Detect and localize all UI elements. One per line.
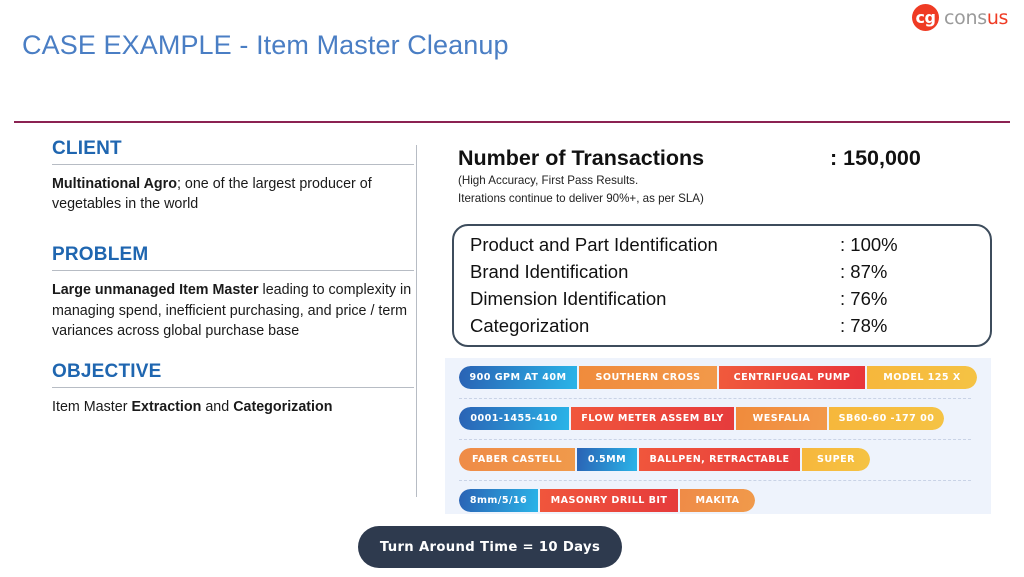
logo-word-red: us (986, 6, 1009, 29)
problem-heading: PROBLEM (52, 244, 149, 266)
client-body-bold: Multinational Agro (52, 175, 177, 192)
slide-canvas: cg consus CASE EXAMPLE - Item Master Cle… (0, 0, 1024, 577)
item-tags-panel: 900 GPM AT 40M SOUTHERN CROSS CENTRIFUGAL … (445, 358, 991, 514)
metric-value: : 78% (840, 315, 888, 336)
problem-section: PROBLEM Large unmanaged Item Master lead… (52, 244, 414, 341)
tag-row: 0001-1455-410 FLOW METER ASSEM BLY WESFALI… (459, 407, 944, 430)
metric-value: : 87% (840, 261, 888, 282)
column-divider (416, 145, 417, 497)
metric-name: Product and Part Identification (470, 234, 718, 255)
transactions-value: : 150,000 (830, 146, 921, 170)
transactions-note-line1: (High Accuracy, First Pass Results. (458, 174, 639, 187)
client-heading-rule (52, 163, 414, 165)
tag-row: FABER CASTELL 0.5MM BALLPEN, RETRACTABLE SU… (459, 448, 870, 471)
item-tag: SUPER (802, 448, 870, 471)
item-tag: MODEL 125 X (867, 366, 977, 389)
item-tag: MASONRY DRILL BIT (540, 489, 680, 512)
problem-body-bold: Large unmanaged Item Master (52, 282, 259, 299)
item-tag: SOUTHERN CROSS (579, 366, 719, 389)
consus-logo: cg consus (912, 4, 1008, 31)
right-column: Number of Transactions : 150,000 (High A… (458, 146, 998, 207)
metric-name: Brand Identification (470, 261, 629, 282)
transactions-label: Number of Transactions (458, 146, 705, 170)
logo-wordmark: consus (944, 7, 1008, 29)
tag-row: 900 GPM AT 40M SOUTHERN CROSS CENTRIFUGAL … (459, 366, 977, 389)
item-tag: BALLPEN, RETRACTABLE (639, 448, 802, 471)
item-tag: 900 GPM AT 40M (459, 366, 579, 389)
metric-value: : 100% (840, 234, 898, 255)
item-tag: WESFALIA (736, 407, 829, 430)
objective-heading: OBJECTIVE (52, 361, 162, 383)
objective-section: OBJECTIVE Item Master Extraction and Cat… (52, 361, 414, 417)
metric-row: Brand Identification : 87% (470, 261, 974, 288)
metric-row: Product and Part Identification : 100% (470, 234, 974, 261)
objective-body-pre: Item Master (52, 399, 132, 416)
item-tag: MAKITA (680, 489, 755, 512)
item-tag: 8mm/5/16 (459, 489, 540, 512)
objective-body-mid: and (201, 399, 234, 416)
problem-heading-rule (52, 270, 414, 272)
metric-row: Categorization : 78% (470, 315, 974, 342)
objective-heading-rule (52, 387, 414, 389)
client-section: CLIENT Multinational Agro; one of the la… (52, 138, 414, 214)
title-divider (14, 121, 1010, 123)
logo-mark-icon: cg (912, 4, 939, 31)
item-tag: 0001-1455-410 (459, 407, 571, 430)
item-tag: SB60-60 -177 00 (829, 407, 944, 430)
client-body: Multinational Agro; one of the largest p… (52, 174, 414, 215)
item-tag: CENTRIFUGAL PUMP (719, 366, 867, 389)
logo-word-gray: cons (944, 6, 987, 29)
page-title: CASE EXAMPLE - Item Master Cleanup (22, 30, 509, 60)
transactions-note-line2: Iterations continue to deliver 90%+, as … (458, 191, 704, 205)
objective-body: Item Master Extraction and Categorizatio… (52, 397, 414, 417)
objective-body-bold2: Categorization (233, 399, 333, 416)
client-heading: CLIENT (52, 138, 122, 159)
item-tag: FLOW METER ASSEM BLY (571, 407, 736, 430)
tag-row: 8mm/5/16 MASONRY DRILL BIT MAKITA (459, 489, 755, 512)
accuracy-metrics-box: Product and Part Identification : 100% B… (452, 224, 992, 347)
transactions-row: Number of Transactions : 150,000 (458, 146, 998, 171)
tag-row-separator (459, 398, 971, 399)
tag-row-separator (459, 439, 971, 440)
objective-body-bold1: Extraction (131, 399, 202, 416)
turn-around-time-badge: Turn Around Time = 10 Days (358, 526, 622, 568)
problem-body: Large unmanaged Item Master leading to c… (52, 280, 414, 341)
metric-name: Dimension Identification (470, 288, 667, 309)
metric-value: : 76% (840, 288, 888, 309)
left-column: CLIENT Multinational Agro; one of the la… (52, 138, 414, 417)
item-tag: FABER CASTELL (459, 448, 577, 471)
metric-row: Dimension Identification : 76% (470, 288, 974, 315)
item-tag: 0.5MM (577, 448, 639, 471)
metric-name: Categorization (470, 315, 590, 336)
tag-row-separator (459, 480, 971, 481)
